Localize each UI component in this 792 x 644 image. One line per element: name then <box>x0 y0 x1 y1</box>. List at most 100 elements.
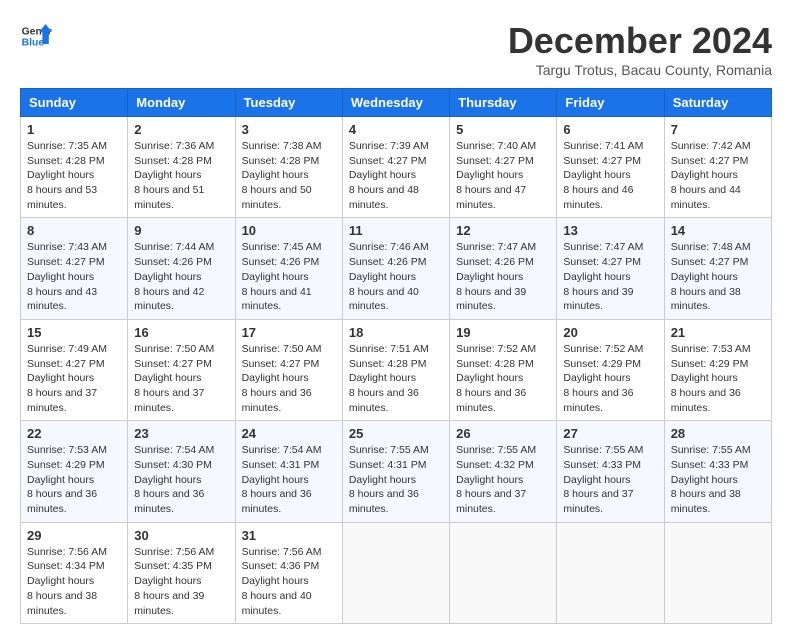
day-info: Sunrise: 7:45 AM Sunset: 4:26 PM Dayligh… <box>242 240 336 313</box>
day-info: Sunrise: 7:54 AM Sunset: 4:30 PM Dayligh… <box>134 443 228 516</box>
col-header-thursday: Thursday <box>450 89 557 117</box>
day-number: 1 <box>27 122 121 137</box>
calendar-day-cell: 28 Sunrise: 7:55 AM Sunset: 4:33 PM Dayl… <box>664 421 771 522</box>
day-number: 30 <box>134 528 228 543</box>
col-header-saturday: Saturday <box>664 89 771 117</box>
day-info: Sunrise: 7:39 AM Sunset: 4:27 PM Dayligh… <box>349 139 443 212</box>
day-number: 25 <box>349 426 443 441</box>
day-info: Sunrise: 7:46 AM Sunset: 4:26 PM Dayligh… <box>349 240 443 313</box>
calendar-day-cell <box>664 522 771 623</box>
location-subtitle: Targu Trotus, Bacau County, Romania <box>508 62 772 78</box>
day-number: 13 <box>563 223 657 238</box>
calendar-day-cell: 17 Sunrise: 7:50 AM Sunset: 4:27 PM Dayl… <box>235 319 342 420</box>
calendar-header-row: SundayMondayTuesdayWednesdayThursdayFrid… <box>21 89 772 117</box>
calendar-day-cell: 21 Sunrise: 7:53 AM Sunset: 4:29 PM Dayl… <box>664 319 771 420</box>
day-info: Sunrise: 7:55 AM Sunset: 4:32 PM Dayligh… <box>456 443 550 516</box>
day-info: Sunrise: 7:44 AM Sunset: 4:26 PM Dayligh… <box>134 240 228 313</box>
calendar-day-cell: 3 Sunrise: 7:38 AM Sunset: 4:28 PM Dayli… <box>235 117 342 218</box>
day-info: Sunrise: 7:48 AM Sunset: 4:27 PM Dayligh… <box>671 240 765 313</box>
calendar-day-cell: 31 Sunrise: 7:56 AM Sunset: 4:36 PM Dayl… <box>235 522 342 623</box>
calendar-day-cell: 7 Sunrise: 7:42 AM Sunset: 4:27 PM Dayli… <box>664 117 771 218</box>
day-number: 10 <box>242 223 336 238</box>
calendar-day-cell: 16 Sunrise: 7:50 AM Sunset: 4:27 PM Dayl… <box>128 319 235 420</box>
day-number: 28 <box>671 426 765 441</box>
day-number: 23 <box>134 426 228 441</box>
day-info: Sunrise: 7:56 AM Sunset: 4:34 PM Dayligh… <box>27 545 121 618</box>
day-info: Sunrise: 7:54 AM Sunset: 4:31 PM Dayligh… <box>242 443 336 516</box>
day-info: Sunrise: 7:50 AM Sunset: 4:27 PM Dayligh… <box>134 342 228 415</box>
day-info: Sunrise: 7:52 AM Sunset: 4:29 PM Dayligh… <box>563 342 657 415</box>
day-number: 22 <box>27 426 121 441</box>
day-info: Sunrise: 7:55 AM Sunset: 4:33 PM Dayligh… <box>563 443 657 516</box>
day-info: Sunrise: 7:55 AM Sunset: 4:33 PM Dayligh… <box>671 443 765 516</box>
day-number: 27 <box>563 426 657 441</box>
calendar-day-cell: 1 Sunrise: 7:35 AM Sunset: 4:28 PM Dayli… <box>21 117 128 218</box>
col-header-sunday: Sunday <box>21 89 128 117</box>
day-info: Sunrise: 7:43 AM Sunset: 4:27 PM Dayligh… <box>27 240 121 313</box>
calendar-day-cell <box>450 522 557 623</box>
day-info: Sunrise: 7:41 AM Sunset: 4:27 PM Dayligh… <box>563 139 657 212</box>
day-number: 26 <box>456 426 550 441</box>
day-number: 4 <box>349 122 443 137</box>
calendar-day-cell <box>557 522 664 623</box>
calendar-day-cell: 2 Sunrise: 7:36 AM Sunset: 4:28 PM Dayli… <box>128 117 235 218</box>
day-number: 17 <box>242 325 336 340</box>
day-info: Sunrise: 7:50 AM Sunset: 4:27 PM Dayligh… <box>242 342 336 415</box>
day-info: Sunrise: 7:42 AM Sunset: 4:27 PM Dayligh… <box>671 139 765 212</box>
svg-text:Blue: Blue <box>22 38 45 49</box>
day-number: 12 <box>456 223 550 238</box>
day-info: Sunrise: 7:56 AM Sunset: 4:35 PM Dayligh… <box>134 545 228 618</box>
calendar-week-row: 29 Sunrise: 7:56 AM Sunset: 4:34 PM Dayl… <box>21 522 772 623</box>
month-title: December 2024 <box>508 20 772 62</box>
calendar-day-cell: 20 Sunrise: 7:52 AM Sunset: 4:29 PM Dayl… <box>557 319 664 420</box>
calendar-day-cell: 30 Sunrise: 7:56 AM Sunset: 4:35 PM Dayl… <box>128 522 235 623</box>
page-header: General Blue December 2024 Targu Trotus,… <box>20 20 772 78</box>
calendar-day-cell: 10 Sunrise: 7:45 AM Sunset: 4:26 PM Dayl… <box>235 218 342 319</box>
day-info: Sunrise: 7:53 AM Sunset: 4:29 PM Dayligh… <box>671 342 765 415</box>
calendar-day-cell: 18 Sunrise: 7:51 AM Sunset: 4:28 PM Dayl… <box>342 319 449 420</box>
calendar-week-row: 15 Sunrise: 7:49 AM Sunset: 4:27 PM Dayl… <box>21 319 772 420</box>
calendar-day-cell: 22 Sunrise: 7:53 AM Sunset: 4:29 PM Dayl… <box>21 421 128 522</box>
col-header-friday: Friday <box>557 89 664 117</box>
day-number: 2 <box>134 122 228 137</box>
calendar-day-cell: 27 Sunrise: 7:55 AM Sunset: 4:33 PM Dayl… <box>557 421 664 522</box>
day-info: Sunrise: 7:49 AM Sunset: 4:27 PM Dayligh… <box>27 342 121 415</box>
day-info: Sunrise: 7:51 AM Sunset: 4:28 PM Dayligh… <box>349 342 443 415</box>
day-info: Sunrise: 7:38 AM Sunset: 4:28 PM Dayligh… <box>242 139 336 212</box>
calendar-day-cell: 23 Sunrise: 7:54 AM Sunset: 4:30 PM Dayl… <box>128 421 235 522</box>
calendar-day-cell: 6 Sunrise: 7:41 AM Sunset: 4:27 PM Dayli… <box>557 117 664 218</box>
day-number: 21 <box>671 325 765 340</box>
calendar-day-cell: 13 Sunrise: 7:47 AM Sunset: 4:27 PM Dayl… <box>557 218 664 319</box>
day-number: 5 <box>456 122 550 137</box>
calendar-day-cell: 24 Sunrise: 7:54 AM Sunset: 4:31 PM Dayl… <box>235 421 342 522</box>
calendar-day-cell: 4 Sunrise: 7:39 AM Sunset: 4:27 PM Dayli… <box>342 117 449 218</box>
day-info: Sunrise: 7:47 AM Sunset: 4:27 PM Dayligh… <box>563 240 657 313</box>
calendar-day-cell: 29 Sunrise: 7:56 AM Sunset: 4:34 PM Dayl… <box>21 522 128 623</box>
day-info: Sunrise: 7:52 AM Sunset: 4:28 PM Dayligh… <box>456 342 550 415</box>
day-number: 6 <box>563 122 657 137</box>
calendar-day-cell: 8 Sunrise: 7:43 AM Sunset: 4:27 PM Dayli… <box>21 218 128 319</box>
day-info: Sunrise: 7:35 AM Sunset: 4:28 PM Dayligh… <box>27 139 121 212</box>
day-number: 15 <box>27 325 121 340</box>
logo: General Blue <box>20 20 52 52</box>
day-number: 31 <box>242 528 336 543</box>
col-header-monday: Monday <box>128 89 235 117</box>
day-info: Sunrise: 7:53 AM Sunset: 4:29 PM Dayligh… <box>27 443 121 516</box>
day-info: Sunrise: 7:47 AM Sunset: 4:26 PM Dayligh… <box>456 240 550 313</box>
title-block: December 2024 Targu Trotus, Bacau County… <box>508 20 772 78</box>
col-header-wednesday: Wednesday <box>342 89 449 117</box>
day-info: Sunrise: 7:40 AM Sunset: 4:27 PM Dayligh… <box>456 139 550 212</box>
calendar-day-cell: 19 Sunrise: 7:52 AM Sunset: 4:28 PM Dayl… <box>450 319 557 420</box>
day-number: 9 <box>134 223 228 238</box>
day-number: 16 <box>134 325 228 340</box>
calendar-day-cell: 11 Sunrise: 7:46 AM Sunset: 4:26 PM Dayl… <box>342 218 449 319</box>
day-number: 18 <box>349 325 443 340</box>
day-number: 19 <box>456 325 550 340</box>
day-info: Sunrise: 7:36 AM Sunset: 4:28 PM Dayligh… <box>134 139 228 212</box>
calendar-day-cell: 9 Sunrise: 7:44 AM Sunset: 4:26 PM Dayli… <box>128 218 235 319</box>
day-number: 3 <box>242 122 336 137</box>
col-header-tuesday: Tuesday <box>235 89 342 117</box>
calendar-day-cell <box>342 522 449 623</box>
calendar-day-cell: 12 Sunrise: 7:47 AM Sunset: 4:26 PM Dayl… <box>450 218 557 319</box>
day-number: 14 <box>671 223 765 238</box>
